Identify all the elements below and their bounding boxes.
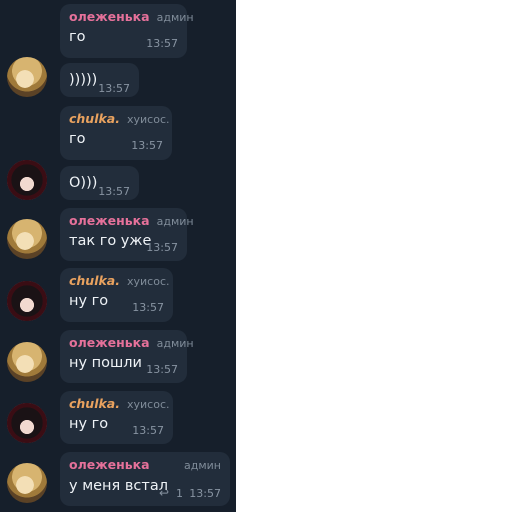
avatar-chulka[interactable] <box>7 281 47 321</box>
author-name[interactable]: олеженька <box>69 9 150 24</box>
message-time: 13:57 <box>189 487 221 500</box>
message-body: го 13:57 <box>69 128 163 152</box>
message-bubble[interactable]: О))) 13:57 <box>60 166 139 200</box>
message-bubble[interactable]: ))))) 13:57 <box>60 63 139 97</box>
role-badge: хуисос. <box>127 113 170 126</box>
message-time: 13:57 <box>98 82 130 95</box>
message-body: О))) 13:57 <box>69 171 130 198</box>
message-bubble[interactable]: chulka. хуисос. ну го 13:57 <box>60 391 173 444</box>
avatar-chulka[interactable] <box>7 403 47 443</box>
role-badge: админ <box>156 215 194 228</box>
role-badge: хуисос. <box>127 275 170 288</box>
role-badge: админ <box>156 337 194 350</box>
message-header: олеженька админ <box>69 213 194 230</box>
author-name[interactable]: олеженька <box>69 335 150 350</box>
author-name[interactable]: chulka. <box>69 396 120 411</box>
message-body: так го уже 13:57 <box>69 230 178 254</box>
message-header: chulka. хуисос. <box>69 273 170 290</box>
message-time: 13:57 <box>98 185 130 198</box>
message-header: олеженька админ <box>69 457 221 474</box>
message-header: chulka. хуисос. <box>69 396 170 413</box>
message-header: олеженька админ <box>69 9 194 26</box>
message-time: 13:57 <box>131 139 163 152</box>
message-bubble[interactable]: chulka. хуисос. го 13:57 <box>60 106 172 160</box>
message-body: ну пошли 13:57 <box>69 352 178 376</box>
author-name[interactable]: олеженька <box>69 457 150 472</box>
role-badge: админ <box>184 459 221 472</box>
message-text: ну го <box>69 416 109 432</box>
message-time: 13:57 <box>132 424 164 437</box>
message-time: 13:57 <box>146 363 178 376</box>
chat-panel: олеженька админ го 13:57 ))))) 13:57 chu… <box>0 0 236 512</box>
message-bubble[interactable]: олеженька админ у меня встал ↩ 1 13:57 <box>60 452 230 506</box>
avatar-oleg[interactable] <box>7 219 47 259</box>
author-name[interactable]: chulka. <box>69 273 120 288</box>
message-time: 13:57 <box>146 241 178 254</box>
avatar-oleg[interactable] <box>7 463 47 503</box>
role-badge: админ <box>156 11 194 24</box>
author-name[interactable]: chulka. <box>69 111 120 126</box>
message-text: О))) <box>69 175 98 191</box>
author-name[interactable]: олеженька <box>69 213 150 228</box>
reply-count[interactable]: 1 <box>176 487 183 500</box>
message-bubble[interactable]: chulka. хуисос. ну го 13:57 <box>60 268 173 322</box>
message-body: у меня встал ↩ 1 13:57 <box>69 474 221 500</box>
message-bubble[interactable]: олеженька админ го 13:57 <box>60 4 194 58</box>
message-body: ну го 13:57 <box>69 413 164 437</box>
role-badge: хуисос. <box>127 398 170 411</box>
reply-arrow-icon[interactable]: ↩ <box>159 486 169 500</box>
message-text: ))))) <box>69 72 98 88</box>
avatar-chulka[interactable] <box>7 160 47 200</box>
message-body: ну го 13:57 <box>69 290 164 314</box>
message-bubble[interactable]: олеженька админ так го уже 13:57 <box>60 208 194 261</box>
avatar-oleg[interactable] <box>7 342 47 382</box>
message-time: 13:57 <box>146 37 178 50</box>
message-text: го <box>69 131 86 147</box>
avatar-oleg[interactable] <box>7 57 47 97</box>
message-text: го <box>69 29 86 45</box>
message-body: го 13:57 <box>69 26 178 50</box>
message-text: у меня встал <box>69 478 168 494</box>
message-text: ну пошли <box>69 355 142 371</box>
message-bubble[interactable]: олеженька админ ну пошли 13:57 <box>60 330 194 383</box>
message-time: 13:57 <box>132 301 164 314</box>
message-header: олеженька админ <box>69 335 194 352</box>
message-text: ну го <box>69 293 109 309</box>
message-text: так го уже <box>69 233 152 249</box>
message-header: chulka. хуисос. <box>69 111 170 128</box>
message-body: ))))) 13:57 <box>69 68 130 95</box>
